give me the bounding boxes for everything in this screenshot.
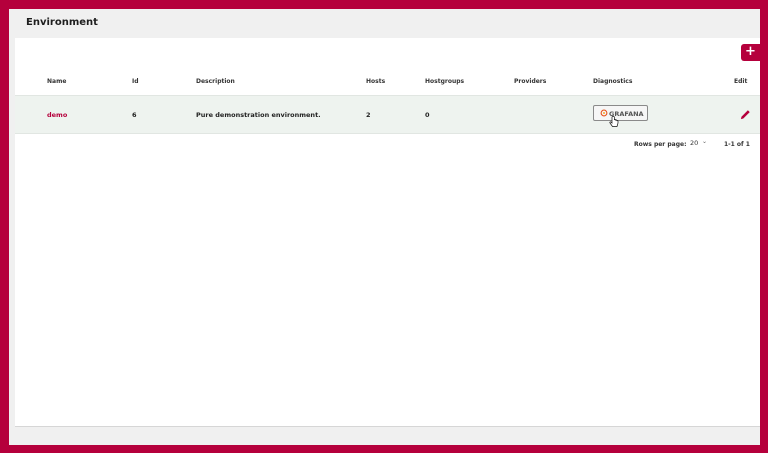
chevron-down-icon: ⌄: [702, 138, 708, 145]
grafana-icon: [600, 109, 608, 117]
pencil-icon[interactable]: [740, 109, 751, 120]
environment-hosts: 2: [366, 111, 371, 119]
pagination-range: 1-1 of 1: [724, 141, 750, 148]
environment-table-panel: + Name Id Description Hosts Hostgroups P…: [15, 38, 760, 427]
hand-pointer-cursor-icon: [609, 116, 619, 127]
rows-per-page-label: Rows per page:: [634, 141, 687, 148]
rows-per-page-value: 20: [690, 139, 699, 147]
column-header-providers[interactable]: Providers: [514, 78, 546, 85]
environment-description: Pure demonstration environment.: [196, 111, 321, 119]
grafana-button[interactable]: GRAFANA: [593, 105, 648, 121]
column-header-name[interactable]: Name: [47, 78, 66, 85]
table-row: demo 6 Pure demonstration environment. 2…: [15, 95, 760, 134]
environment-name-link[interactable]: demo: [47, 111, 67, 119]
column-header-hostgroups[interactable]: Hostgroups: [425, 78, 464, 85]
column-header-diagnostics: Diagnostics: [593, 78, 633, 85]
environment-id: 6: [132, 111, 137, 119]
column-header-description[interactable]: Description: [196, 78, 235, 85]
app-frame: Environment + Name Id Description Hosts …: [9, 9, 760, 445]
add-environment-button[interactable]: +: [741, 44, 760, 61]
column-header-id[interactable]: Id: [132, 78, 139, 85]
column-header-edit: Edit: [734, 78, 748, 85]
column-header-hosts[interactable]: Hosts: [366, 78, 385, 85]
rows-per-page-select[interactable]: 20 ⌄: [690, 138, 712, 149]
environment-hostgroups: 0: [425, 111, 430, 119]
page-title: Environment: [26, 17, 98, 28]
